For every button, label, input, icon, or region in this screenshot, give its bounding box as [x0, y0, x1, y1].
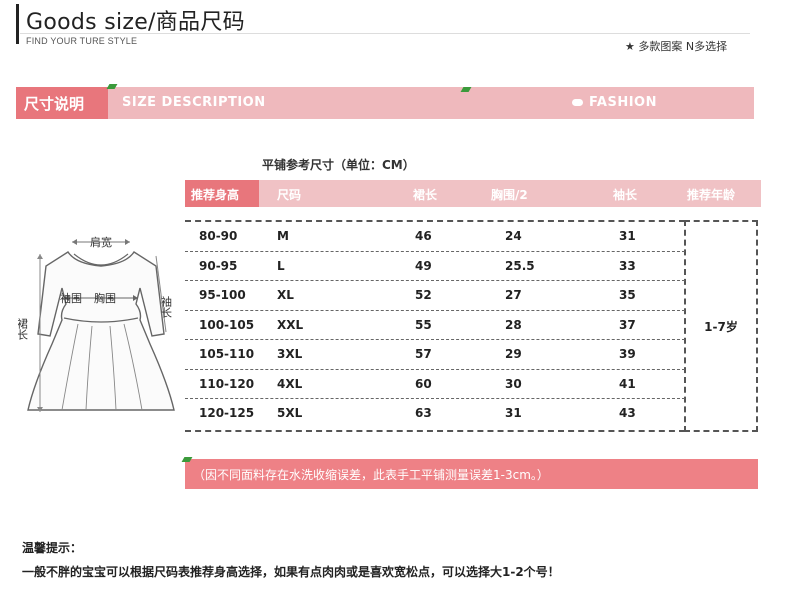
page-subtitle: FIND YOUR TURE STYLE — [26, 36, 138, 46]
table-caption: 平铺参考尺寸（单位：CM） — [262, 158, 415, 172]
bust-cell: 24 — [505, 229, 522, 243]
measurement-note: （因不同面料存在水洗收缩误差，此表手工平铺测量误差1-3cm。） — [193, 468, 549, 482]
row-divider — [185, 368, 685, 370]
size-cell: 3XL — [277, 347, 303, 361]
height-cell: 110-120 — [199, 376, 255, 391]
cuff-label: 袖围 — [60, 291, 82, 305]
dress-outline — [27, 251, 175, 411]
sleeve-cell: 35 — [619, 288, 636, 302]
table-row: 110-120 4XL 60 30 41 — [185, 370, 685, 400]
tips-title: 温馨提示： — [22, 541, 83, 555]
row-divider — [185, 250, 685, 252]
bust-cell: 28 — [505, 317, 522, 332]
table-row: 120-125 5XL 63 31 43 — [185, 399, 685, 429]
tips-body: 一般不胖的宝宝可以根据尺码表推荐身高选择，如果有点肉肉或是喜欢宽松点，可以选择大… — [22, 565, 560, 579]
length-cell: 46 — [415, 229, 432, 243]
height-cell: 120-125 — [199, 406, 255, 420]
table-header-row: 推荐身高 尺码 裙长 胸围/2 袖长 推荐年龄 — [185, 180, 761, 207]
options-note: ★ 多款图案 N多选择 — [625, 40, 728, 53]
bust-label: 胸围 — [94, 291, 116, 305]
measurement-note-bar: （因不同面料存在水洗收缩误差，此表手工平铺测量误差1-3cm。） — [185, 459, 758, 489]
height-cell: 95-100 — [199, 288, 246, 302]
leaf-icon — [460, 87, 472, 92]
sleeve-cell: 39 — [619, 347, 636, 361]
table-row: 80-90 M 46 24 31 — [185, 222, 685, 252]
length-cell: 52 — [415, 288, 432, 302]
header-accent-bar — [16, 4, 19, 44]
size-cell: 5XL — [277, 406, 303, 420]
table-row: 95-100 XL 52 27 35 — [185, 281, 685, 311]
banner-fashion-label: FASHION — [589, 95, 657, 110]
sleeve-length-label: 袖长 — [160, 295, 173, 318]
sleeve-cell: 33 — [619, 258, 636, 273]
height-cell: 105-110 — [199, 347, 255, 361]
bust-cell: 27 — [505, 288, 522, 302]
dress-diagram: 肩宽 袖围 胸围 袖长 裙长 — [18, 235, 175, 412]
recommended-age: 1-7岁 — [704, 320, 738, 334]
dress-length-label: 裙长 — [18, 318, 29, 340]
table-row: 105-110 3XL 57 29 39 — [185, 340, 685, 370]
size-cell: 4XL — [277, 376, 303, 391]
header-length: 裙长 — [413, 188, 438, 202]
sleeve-cell: 37 — [619, 317, 636, 332]
banner-fashion: FASHION — [572, 95, 657, 110]
height-cell: 90-95 — [199, 258, 238, 273]
size-description-banner: 尺寸说明 SIZE DESCRIPTION FASHION — [16, 84, 754, 119]
bust-cell: 30 — [505, 376, 522, 391]
table-row: 100-105 XXL 55 28 37 — [185, 311, 685, 341]
banner-en-label: SIZE DESCRIPTION — [122, 95, 266, 110]
length-cell: 63 — [415, 406, 432, 420]
bust-cell: 29 — [505, 347, 522, 361]
row-divider — [185, 309, 685, 311]
length-cell: 49 — [415, 258, 432, 273]
bust-cell: 31 — [505, 406, 522, 420]
table-row: 90-95 L 49 25.5 33 — [185, 252, 685, 282]
height-cell: 80-90 — [199, 229, 238, 243]
sleeve-cell: 43 — [619, 406, 636, 420]
header-bust: 胸围/2 — [491, 188, 528, 202]
header-age: 推荐年龄 — [687, 188, 736, 202]
size-cell: M — [277, 229, 289, 243]
shoulder-width-label: 肩宽 — [90, 235, 112, 249]
bullet-icon — [572, 99, 583, 106]
sleeve-cell: 41 — [619, 376, 636, 391]
sleeve-cell: 31 — [619, 229, 636, 243]
banner-label-block: 尺寸说明 — [16, 87, 108, 119]
size-cell: XXL — [277, 317, 304, 332]
header-divider — [20, 33, 750, 34]
size-cell: XL — [277, 288, 294, 302]
page-title: Goods size/商品尺码 — [26, 10, 245, 35]
header-size: 尺码 — [277, 188, 302, 202]
size-cell: L — [277, 258, 285, 273]
row-divider — [185, 280, 685, 281]
row-divider — [185, 339, 685, 340]
row-divider — [185, 398, 685, 399]
length-cell: 55 — [415, 317, 432, 332]
header-height: 推荐身高 — [191, 188, 240, 202]
age-cell: 1-7岁 — [684, 220, 758, 432]
length-cell: 60 — [415, 376, 432, 391]
leaf-icon — [106, 84, 118, 89]
length-cell: 57 — [415, 347, 432, 361]
banner-label: 尺寸说明 — [24, 95, 85, 113]
height-cell: 100-105 — [199, 317, 255, 332]
header-sleeve: 袖长 — [613, 188, 638, 202]
bust-cell: 25.5 — [505, 258, 535, 273]
